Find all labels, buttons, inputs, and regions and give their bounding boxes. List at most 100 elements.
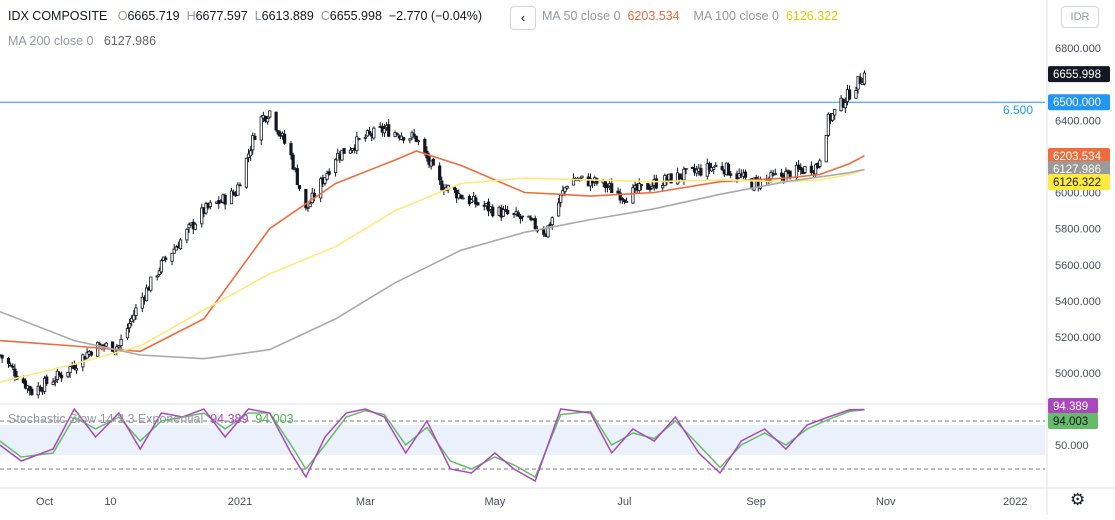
candle-body (461, 197, 465, 200)
candle-body (408, 138, 412, 141)
candle-body (824, 135, 828, 163)
horizontal-line-label: 6.500 (1003, 103, 1033, 117)
candle-body (185, 228, 189, 241)
horizontal-line-tag-label: 6500.000 (1053, 97, 1101, 109)
y-tick-label: 5800.000 (1055, 224, 1101, 236)
candle-body (236, 184, 240, 196)
stochastic-d-value: 94.003 (255, 412, 294, 426)
candle-body (387, 124, 391, 137)
candle-body (134, 307, 138, 316)
x-tick-label: 10 (104, 496, 116, 508)
ma200-value: 6127.986 (103, 34, 157, 48)
candle-body (854, 89, 858, 99)
candle-body (372, 127, 376, 139)
candle-body (155, 275, 159, 278)
candle-body (416, 140, 421, 143)
candle-body (159, 260, 164, 273)
candle-body (720, 166, 724, 170)
candle-body (743, 171, 748, 178)
y-tick-label: 5400.000 (1055, 296, 1101, 308)
candle-body (268, 110, 272, 118)
candle-body (438, 165, 442, 181)
y-tick-label: 5000.000 (1055, 368, 1101, 380)
gear-icon[interactable]: ⚙ (1070, 490, 1085, 510)
candle-body (769, 172, 773, 180)
candle-body (357, 138, 361, 140)
candle-body (533, 218, 537, 229)
candle-body (45, 376, 49, 384)
candle-body (0, 354, 4, 359)
candle-body (289, 143, 293, 156)
candle-body (6, 358, 11, 364)
stochastic-k-value: 94.389 (210, 412, 249, 426)
candle-body (125, 328, 130, 339)
candle-body (423, 138, 427, 153)
candle-body (244, 157, 248, 188)
candle-body (847, 89, 852, 100)
stochastic-k-tag-label: 94.389 (1053, 401, 1088, 413)
stochastic-d-tag-label: 94.003 (1053, 416, 1088, 428)
candle-body (729, 173, 733, 176)
x-tick-label: May (484, 496, 505, 508)
candle-body (291, 154, 295, 170)
candle-body (57, 372, 62, 376)
candle-body (712, 166, 716, 170)
candle-body (620, 198, 624, 200)
legend-row-ohlc: IDX COMPOSITE O6665.719 H6677.597 L6613.… (8, 9, 482, 23)
candle-body (784, 170, 788, 182)
currency-button[interactable]: IDR (1061, 6, 1099, 28)
candle-body (149, 276, 153, 291)
high-value: 6677.597 (195, 9, 248, 23)
y-tick-label: 6800.000 (1055, 43, 1101, 55)
candle-body (506, 210, 510, 215)
candle-body (559, 194, 563, 203)
candle-body (38, 386, 42, 392)
candle-body (68, 366, 72, 374)
candle-body (631, 187, 635, 204)
collapse-legend-button[interactable]: ‹ (510, 6, 536, 30)
chevron-left-icon: ‹ (520, 10, 526, 25)
x-tick-label: Mar (356, 496, 375, 508)
candle-body (610, 183, 614, 194)
candle-body (363, 136, 367, 139)
candle-body (13, 368, 17, 377)
x-tick-label: Sep (746, 496, 766, 508)
candle-body (754, 177, 758, 180)
close-value: 6655.998 (329, 9, 382, 23)
candle-body (342, 148, 346, 154)
legend-row-ma200: MA 200 close 0 6127.986 (8, 34, 156, 48)
ma200-label[interactable]: MA 200 close 0 (8, 34, 93, 48)
chart-stage[interactable]: 5000.000 5200.000 5400.000 5600.000 5800.000… (0, 0, 1115, 515)
candle-body (30, 388, 34, 395)
candle-body (773, 173, 777, 175)
candle-body (803, 166, 807, 173)
stochastic-tick-label: 50.000 (1055, 440, 1089, 452)
low-value: 6613.889 (261, 9, 314, 23)
candle-body (178, 239, 183, 249)
ma100-label[interactable]: MA 100 close 0 (694, 9, 779, 23)
candle-body (833, 109, 837, 116)
candle-body (367, 130, 372, 134)
stochastic-legend: Stochastic Slow 14 3 3 Exponential 94.38… (8, 412, 294, 426)
candle-body (59, 374, 64, 379)
candle-body (249, 150, 253, 157)
last-price-tag-label: 6655.998 (1053, 69, 1101, 81)
candle-body (639, 184, 644, 186)
price-chart[interactable]: 5000.000 5200.000 5400.000 5600.000 5800.000… (0, 0, 1115, 515)
ma100-value: 6126.322 (785, 9, 839, 23)
y-tick-label: 5600.000 (1055, 260, 1101, 272)
candle-body (327, 171, 331, 175)
x-tick-label: 2021 (228, 496, 252, 508)
candle-body (550, 217, 554, 225)
legend-row-ma: MA 50 close 0 6203.534 MA 100 close 0 61… (542, 9, 838, 23)
candle-body (11, 365, 15, 368)
stochastic-label[interactable]: Stochastic Slow 14 3 3 Exponential (8, 412, 203, 426)
x-tick-label: 2022 (1003, 496, 1027, 508)
candle-body (654, 178, 658, 189)
candle-body (862, 72, 867, 85)
low-label: L (254, 9, 262, 23)
ma50-label[interactable]: MA 50 close 0 (542, 9, 621, 23)
candle-body (431, 158, 435, 166)
candle-body (306, 207, 310, 209)
symbol-name[interactable]: IDX COMPOSITE (8, 9, 107, 23)
